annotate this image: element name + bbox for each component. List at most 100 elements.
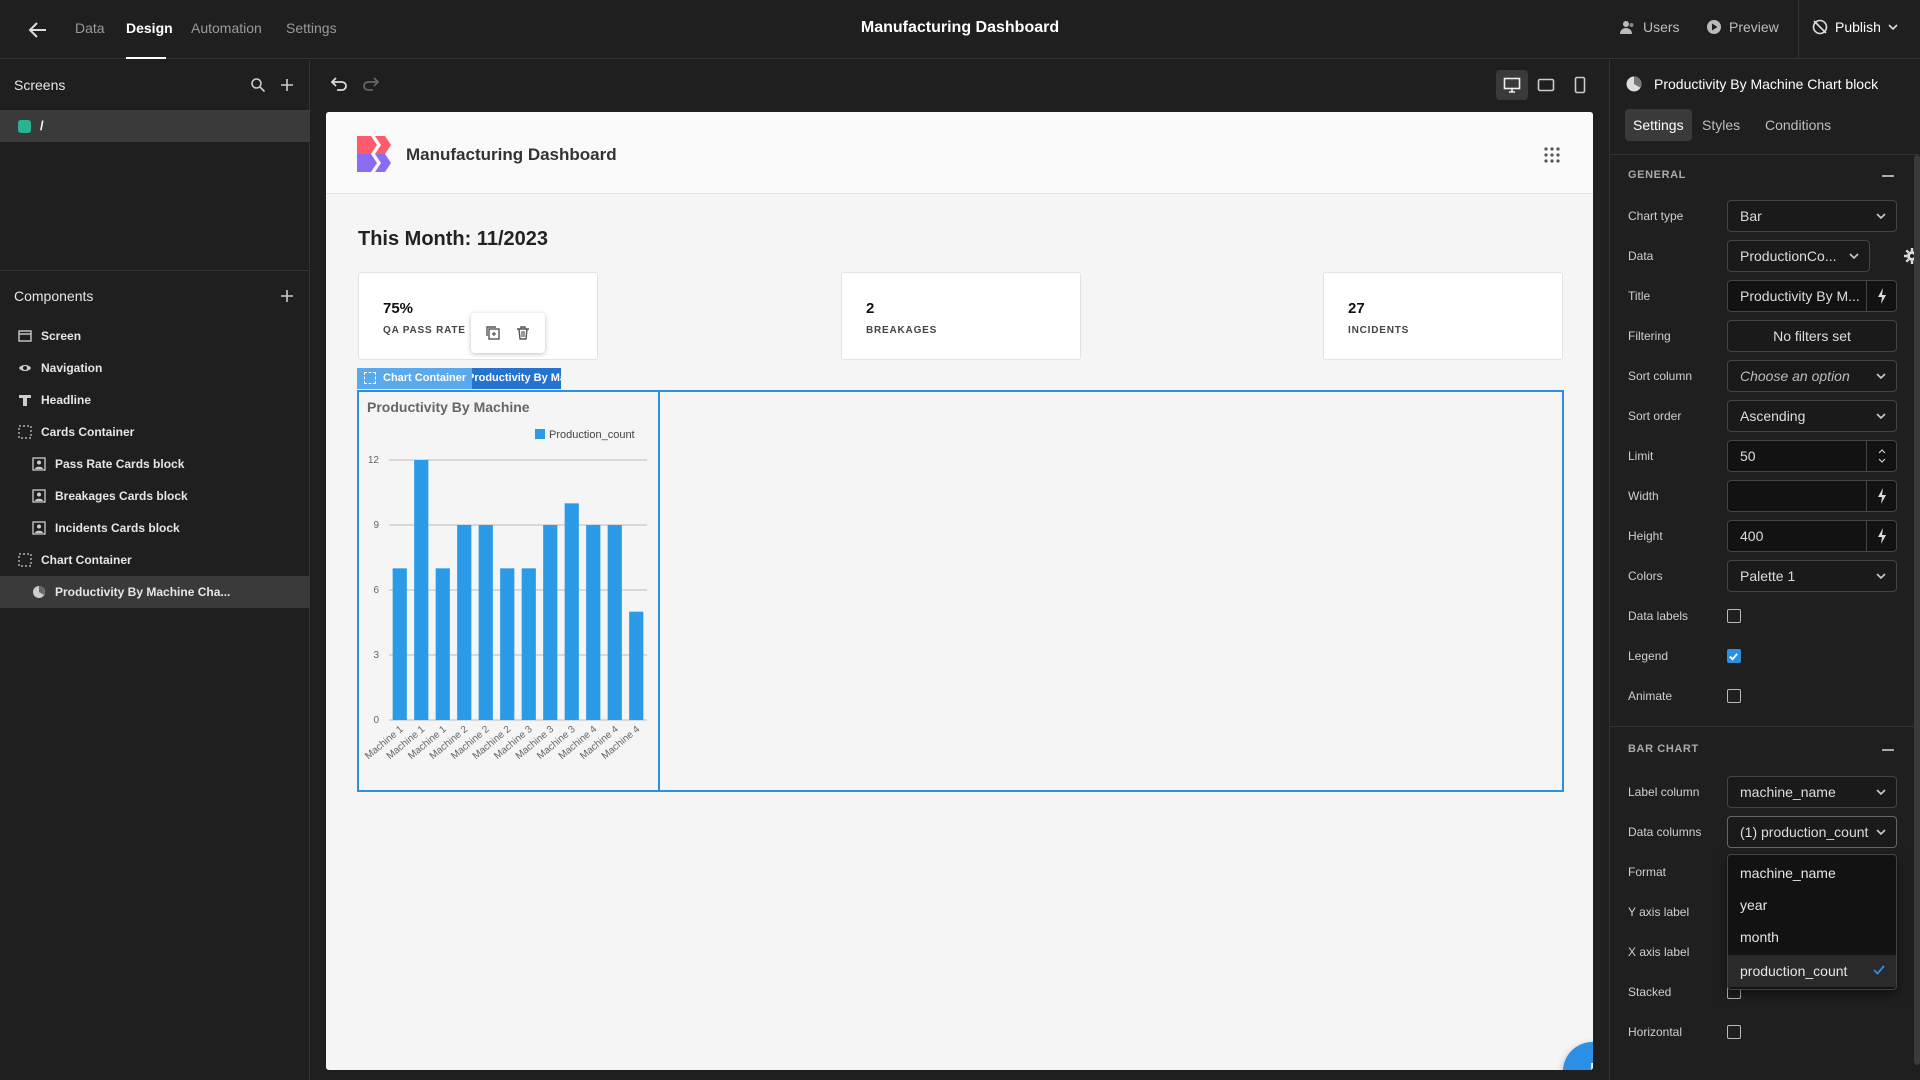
sort-order-value: Ascending: [1740, 408, 1806, 424]
dropdown-option-production-count[interactable]: production_count: [1728, 955, 1896, 987]
collapse-general-icon[interactable]: [1882, 175, 1894, 177]
desktop-view-button[interactable]: [1496, 70, 1528, 100]
tab-automation[interactable]: Automation: [191, 20, 262, 36]
sort-column-select[interactable]: Choose an option: [1727, 360, 1897, 392]
delete-button[interactable]: [515, 325, 531, 341]
chart-bar: [521, 568, 536, 720]
title-input[interactable]: Productivity By M...: [1727, 280, 1897, 312]
chevron-down-icon: [1876, 413, 1886, 420]
dropdown-option-machine-name[interactable]: machine_name: [1728, 857, 1896, 889]
width-input[interactable]: [1727, 480, 1897, 512]
back-arrow-icon[interactable]: [26, 18, 50, 42]
legend-checkbox[interactable]: [1727, 649, 1741, 663]
animate-checkbox[interactable]: [1727, 689, 1741, 703]
component-label: Navigation: [41, 361, 103, 375]
component-item-breakages-cards[interactable]: Breakages Cards block: [0, 480, 310, 512]
x-axis-label-label: X axis label: [1628, 945, 1690, 959]
publish-button[interactable]: Publish: [1812, 19, 1898, 35]
panel-divider: [1610, 154, 1920, 155]
tab-settings-panel[interactable]: Settings: [1625, 109, 1692, 141]
horizontal-checkbox[interactable]: [1727, 1025, 1741, 1039]
page-headline[interactable]: This Month: 11/2023: [358, 228, 548, 251]
component-item-chart-container[interactable]: Chart Container: [0, 544, 310, 576]
lightning-icon: [1877, 488, 1886, 504]
chart-block-tag[interactable]: Productivity By Machine Chart block: [461, 368, 561, 389]
tab-settings[interactable]: Settings: [286, 20, 337, 36]
settings-panel-title: Productivity By Machine Chart block: [1654, 76, 1879, 92]
data-labels-checkbox[interactable]: [1727, 609, 1741, 623]
card-label: BREAKAGES: [866, 325, 938, 336]
legend-swatch: [535, 429, 545, 439]
users-button[interactable]: Users: [1620, 19, 1680, 35]
binding-button[interactable]: [1866, 281, 1896, 311]
dropdown-option-year[interactable]: year: [1728, 889, 1896, 921]
colors-value: Palette 1: [1740, 568, 1796, 584]
search-icon[interactable]: [250, 77, 266, 93]
chart-container-tag[interactable]: Chart Container: [357, 368, 473, 389]
trash-icon: [517, 326, 529, 340]
tablet-view-button[interactable]: [1530, 70, 1562, 100]
legend-label: Production_count: [549, 429, 635, 441]
productivity-chart: Productivity By Machine Production_count 0…: [363, 399, 647, 762]
check-icon: [1873, 965, 1885, 975]
filters-button[interactable]: No filters set: [1727, 320, 1897, 352]
add-component-fab[interactable]: [1563, 1042, 1593, 1070]
duplicate-button[interactable]: [485, 325, 501, 341]
chevron-up-icon[interactable]: [1878, 449, 1886, 454]
limit-input[interactable]: 50: [1727, 440, 1897, 472]
colors-select[interactable]: Palette 1: [1727, 560, 1897, 592]
left-panel: Screens / Components Screen Navigation H…: [0, 60, 310, 1080]
component-item-incidents-cards[interactable]: Incidents Cards block: [0, 512, 310, 544]
component-item-cards-container[interactable]: Cards Container: [0, 416, 310, 448]
binding-button[interactable]: [1866, 481, 1896, 511]
mobile-view-button[interactable]: [1564, 70, 1596, 100]
panel-scrollbar[interactable]: [1914, 155, 1920, 1065]
text-icon: [19, 395, 31, 406]
chevron-down-icon: [1888, 24, 1898, 31]
component-item-headline[interactable]: Headline: [0, 384, 310, 416]
dropdown-option-month[interactable]: month: [1728, 921, 1896, 953]
tab-design[interactable]: Design: [126, 20, 173, 36]
label-column-value: machine_name: [1740, 784, 1836, 800]
component-item-navigation[interactable]: Navigation: [0, 352, 310, 384]
breakages-card[interactable]: 2 BREAKAGES: [841, 272, 1081, 360]
incidents-card[interactable]: 27 INCIDENTS: [1323, 272, 1563, 360]
chevron-down-icon: [1876, 373, 1886, 380]
screen-icon: [18, 330, 32, 342]
data-source-select[interactable]: ProductionCo...: [1727, 240, 1870, 272]
card-block-icon: [32, 521, 46, 535]
preview-button[interactable]: Preview: [1706, 19, 1779, 35]
redo-icon[interactable]: [361, 74, 381, 94]
limit-value: 50: [1740, 448, 1756, 464]
collapse-bar-chart-icon[interactable]: [1882, 749, 1894, 751]
tab-data[interactable]: Data: [75, 20, 105, 36]
title-input-value: Productivity By M...: [1740, 288, 1860, 304]
tab-styles[interactable]: Styles: [1694, 109, 1748, 141]
tab-conditions[interactable]: Conditions: [1757, 109, 1839, 141]
add-screen-icon[interactable]: [279, 77, 295, 93]
sort-order-select[interactable]: Ascending: [1727, 400, 1897, 432]
active-tab-indicator: [126, 57, 166, 59]
screen-item-root[interactable]: /: [0, 110, 310, 142]
chart-type-select[interactable]: Bar: [1727, 200, 1897, 232]
data-columns-select[interactable]: (1) production_count: [1727, 816, 1897, 848]
component-item-productivity-chart[interactable]: Productivity By Machine Cha...: [0, 576, 310, 608]
lightning-icon: [1877, 528, 1886, 544]
add-component-icon[interactable]: [279, 288, 295, 304]
chart-bar: [392, 568, 407, 720]
component-item-screen[interactable]: Screen: [0, 320, 310, 352]
component-label: Productivity By Machine Cha...: [55, 585, 231, 599]
label-column-select[interactable]: machine_name: [1727, 776, 1897, 808]
publish-label: Publish: [1835, 19, 1881, 35]
apps-grid-icon[interactable]: [1544, 147, 1560, 163]
undo-icon[interactable]: [329, 74, 349, 94]
component-item-pass-rate-cards[interactable]: Pass Rate Cards block: [0, 448, 310, 480]
chevron-down-icon[interactable]: [1878, 458, 1886, 463]
binding-button[interactable]: [1866, 521, 1896, 551]
chart-bar: [435, 568, 450, 720]
limit-stepper[interactable]: [1866, 441, 1896, 471]
height-input[interactable]: 400: [1727, 520, 1897, 552]
screens-title: Screens: [14, 77, 66, 93]
productivity-chart-block[interactable]: Productivity By Machine Production_count 0…: [357, 390, 660, 792]
top-bar: Data Design Automation Settings Manufact…: [0, 0, 1920, 59]
